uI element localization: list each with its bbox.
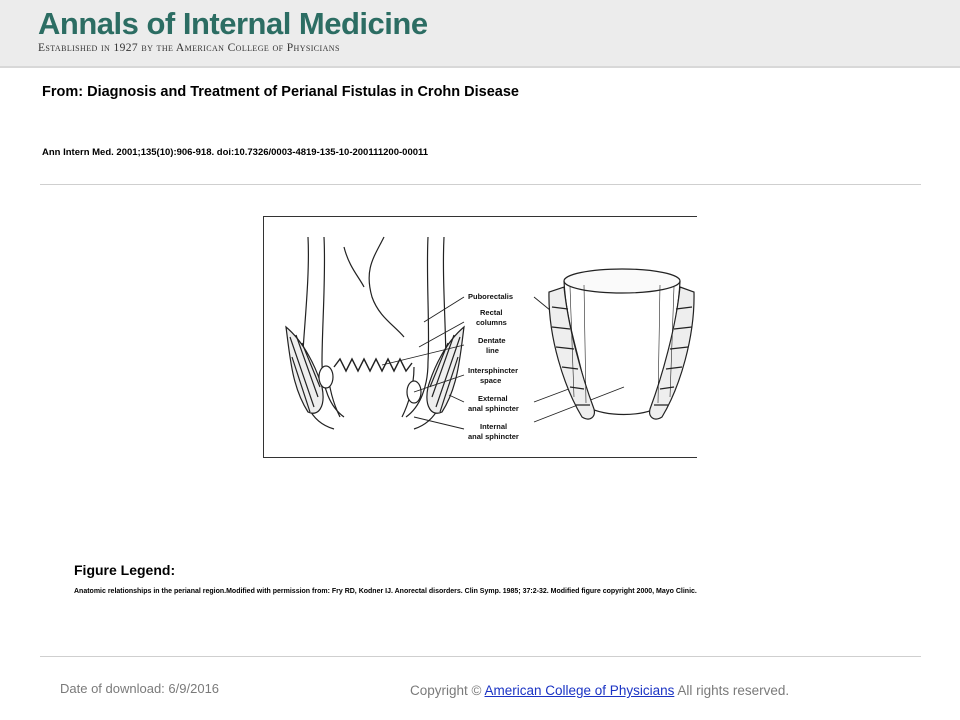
label-dentate-1: Dentate bbox=[478, 336, 506, 345]
copyright-notice: Copyright © American College of Physicia… bbox=[410, 683, 789, 698]
journal-tagline: Established in 1927 by the American Coll… bbox=[38, 42, 340, 54]
publisher-link[interactable]: American College of Physicians bbox=[485, 683, 675, 698]
label-intersphincter-1: Intersphincter bbox=[468, 366, 518, 375]
label-rectal-1: Rectal bbox=[480, 308, 503, 317]
sphincter-cylinder bbox=[548, 268, 695, 420]
download-date-label: Date of download: bbox=[60, 681, 165, 696]
download-date: Date of download: 6/9/2016 bbox=[60, 681, 219, 696]
rights-text: All rights reserved. bbox=[677, 683, 790, 698]
label-external-2: anal sphincter bbox=[468, 404, 519, 413]
article-citation: Ann Intern Med. 2001;135(10):906-918. do… bbox=[42, 147, 429, 158]
download-date-value: 6/9/2016 bbox=[168, 681, 220, 696]
rectal-wall-left-inner bbox=[321, 236, 345, 418]
anatomy-figure: Puborectalis Rectal columns Dentate line… bbox=[263, 216, 697, 458]
divider-bottom bbox=[40, 656, 921, 657]
figure-legend-title: Figure Legend: bbox=[74, 562, 176, 578]
label-intersphincter-2: space bbox=[480, 376, 501, 385]
figure-legend-text: Anatomic relationships in the perianal r… bbox=[74, 588, 697, 595]
figure-illustration: Puborectalis Rectal columns Dentate line… bbox=[285, 236, 695, 441]
label-rectal-2: columns bbox=[476, 318, 507, 327]
label-external-1: External bbox=[478, 394, 508, 403]
label-internal-1: Internal bbox=[480, 422, 507, 431]
copyright-prefix: Copyright © bbox=[410, 683, 482, 698]
journal-logo-title: Annals of Internal Medicine bbox=[38, 6, 428, 41]
label-dentate-2: line bbox=[486, 346, 499, 355]
divider-top bbox=[40, 184, 921, 185]
article-title: From: Diagnosis and Treatment of Periana… bbox=[42, 84, 519, 100]
journal-header: Annals of Internal Medicine Established … bbox=[0, 0, 960, 68]
label-puborectalis: Puborectalis bbox=[468, 292, 513, 301]
label-internal-2: anal sphincter bbox=[468, 432, 519, 441]
